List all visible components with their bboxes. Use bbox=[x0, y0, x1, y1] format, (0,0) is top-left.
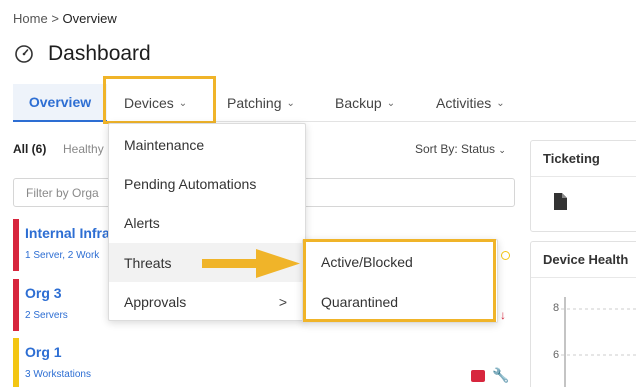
tab-activities-label: Activities bbox=[436, 95, 492, 111]
chevron-right-icon: > bbox=[278, 293, 287, 310]
sort-value: Status bbox=[461, 142, 496, 156]
menu-item-approvals[interactable]: Approvals > bbox=[109, 282, 305, 321]
warning-icon bbox=[501, 251, 510, 260]
annotation-arrow-icon bbox=[202, 249, 300, 278]
chevron-down-icon: ⌄ bbox=[386, 97, 396, 109]
y-tick-label: 6 bbox=[553, 349, 560, 361]
menu-item-maintenance[interactable]: Maintenance bbox=[109, 125, 305, 164]
document-icon[interactable] bbox=[554, 193, 567, 210]
status-bar bbox=[13, 338, 19, 387]
y-tick-label: 8 bbox=[553, 302, 560, 314]
devices-dropdown: Maintenance Pending Automations Alerts T… bbox=[108, 123, 306, 321]
chevron-down-icon: ⌄ bbox=[496, 97, 505, 109]
menu-item-label: Maintenance bbox=[124, 136, 205, 153]
page-title: Dashboard bbox=[48, 42, 151, 65]
sort-control[interactable]: Sort By: Status ⌄ bbox=[415, 142, 506, 156]
menu-item-label: Alerts bbox=[124, 214, 160, 231]
arrow-down-icon: ↓ bbox=[500, 308, 506, 322]
menu-item-label: Pending Automations bbox=[124, 175, 257, 192]
filter-healthy[interactable]: Healthy bbox=[63, 142, 104, 156]
tab-overview[interactable]: Overview bbox=[13, 84, 107, 122]
org-row[interactable]: Org 1 3 Workstations bbox=[13, 338, 513, 387]
tab-patching[interactable]: Patching ⌄ bbox=[227, 84, 295, 122]
tab-backup-label: Backup bbox=[335, 95, 382, 111]
device-health-card: Device Health 8 6 bbox=[530, 241, 636, 387]
calendar-icon bbox=[471, 370, 485, 382]
breadcrumb-separator: > bbox=[51, 11, 59, 26]
menu-item-label: Approvals bbox=[124, 293, 187, 310]
status-bar bbox=[13, 219, 19, 271]
chevron-down-icon: ⌄ bbox=[286, 97, 295, 109]
org-name[interactable]: Org 1 bbox=[25, 344, 62, 360]
chevron-down-icon: ⌄ bbox=[498, 145, 506, 155]
tab-overview-label: Overview bbox=[28, 94, 92, 110]
org-summary[interactable]: 2 Servers bbox=[25, 310, 68, 321]
gauge-icon bbox=[15, 45, 33, 63]
menu-item-label: Threats bbox=[124, 254, 172, 271]
org-summary[interactable]: 3 Workstations bbox=[25, 369, 91, 380]
wrench-icon: 🔧 bbox=[492, 367, 510, 383]
breadcrumb: Home > Overview bbox=[13, 11, 117, 26]
devices-tab-highlight bbox=[103, 76, 216, 124]
ticketing-card: Ticketing bbox=[530, 140, 636, 232]
status-bar bbox=[13, 279, 19, 331]
tab-activities[interactable]: Activities ⌄ bbox=[436, 84, 505, 122]
page-header: Dashboard bbox=[14, 42, 151, 66]
submenu-highlight bbox=[303, 239, 496, 322]
menu-item-alerts[interactable]: Alerts bbox=[109, 203, 305, 242]
device-health-title: Device Health bbox=[531, 242, 636, 278]
org-name[interactable]: Internal Infra bbox=[25, 225, 110, 241]
ticketing-title: Ticketing bbox=[531, 141, 636, 177]
tab-backup[interactable]: Backup ⌄ bbox=[335, 84, 395, 122]
breadcrumb-current: Overview bbox=[62, 11, 117, 26]
org-summary[interactable]: 1 Server, 2 Work bbox=[25, 250, 99, 261]
menu-item-pending-automations[interactable]: Pending Automations bbox=[109, 164, 305, 203]
breadcrumb-home[interactable]: Home bbox=[13, 11, 48, 26]
tab-patching-label: Patching bbox=[227, 95, 282, 111]
org-name[interactable]: Org 3 bbox=[25, 285, 62, 301]
chart-axis bbox=[561, 297, 636, 387]
sort-label: Sort By: bbox=[415, 142, 458, 156]
filter-all[interactable]: All (6) bbox=[13, 142, 46, 156]
org-filter-placeholder: Filter by Orga bbox=[26, 185, 99, 200]
